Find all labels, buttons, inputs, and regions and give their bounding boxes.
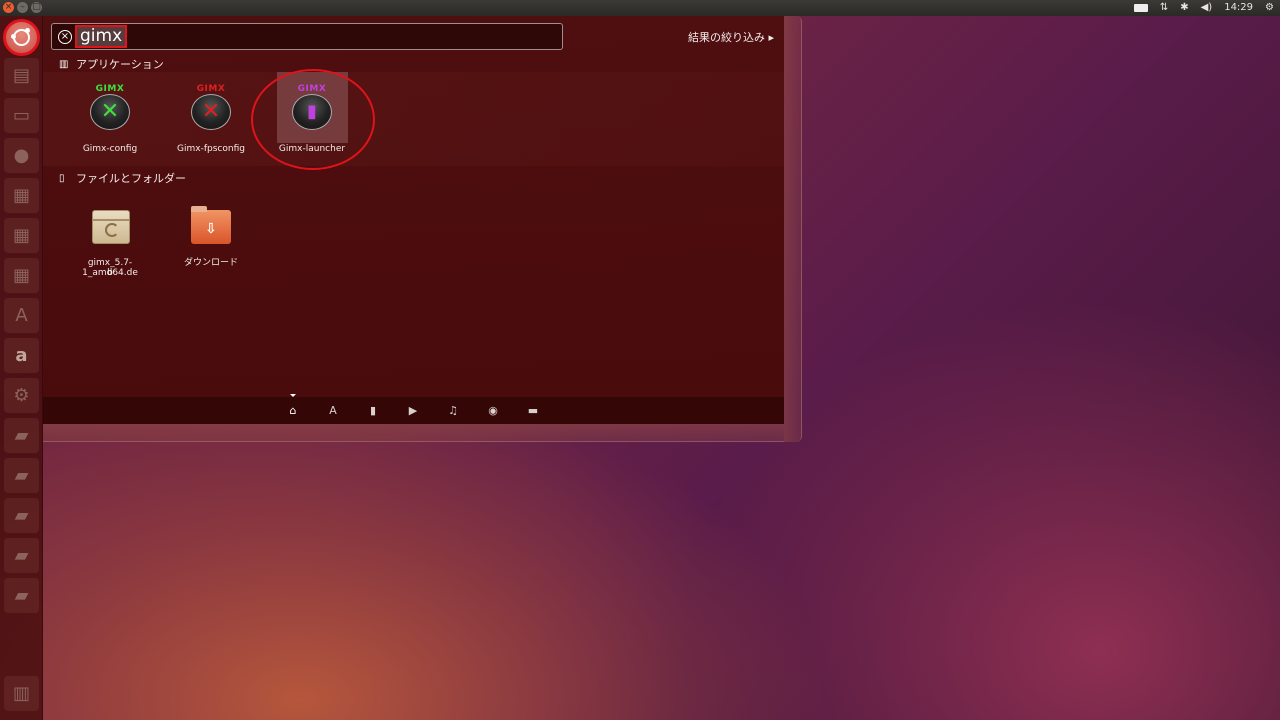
- gimx-config-brand: GIMX: [95, 84, 125, 94]
- download-folder-icon: ⇩: [189, 204, 233, 246]
- debian-package-icon: [88, 204, 132, 246]
- applications-category-icon: ▥: [59, 58, 69, 70]
- launcher-impress[interactable]: ▦: [4, 258, 39, 293]
- drive-icon: ▰: [14, 425, 29, 446]
- filter-results-link[interactable]: 結果の絞り込み ▸: [688, 29, 774, 45]
- files-category-icon: ▯: [59, 172, 65, 184]
- launcher-firefox[interactable]: ●: [4, 138, 39, 173]
- dash-home-button[interactable]: [3, 19, 40, 56]
- settings-icon: ⚙: [13, 385, 30, 406]
- dash-frame-right: [784, 16, 802, 442]
- scope-files-icon[interactable]: ▮: [366, 404, 380, 418]
- launcher-software-center[interactable]: A: [4, 298, 39, 333]
- search-input[interactable]: gimx: [75, 25, 128, 48]
- trash-icon: ▥: [12, 683, 30, 704]
- gimx-fpsconfig-icon: GIMX ✕: [189, 84, 233, 130]
- firefox-icon: ●: [13, 145, 30, 166]
- launcher-calc[interactable]: ▦: [4, 218, 39, 253]
- result-gimx-deb[interactable]: gimx_5.7-1_amd64.de b: [60, 204, 160, 294]
- close-window-button[interactable]: ×: [3, 2, 14, 13]
- drive-icon: ▰: [14, 505, 29, 526]
- scope-home-icon[interactable]: ⌂: [286, 404, 300, 418]
- launcher-trash[interactable]: ▥: [4, 676, 39, 711]
- drive-icon: ▰: [14, 465, 29, 486]
- launcher-workspace-2[interactable]: ▰: [4, 458, 39, 493]
- launcher-workspace-5[interactable]: ▰: [4, 578, 39, 613]
- launcher-workspace-3[interactable]: ▰: [4, 498, 39, 533]
- network-icon[interactable]: ⇅: [1160, 0, 1168, 16]
- launcher-files[interactable]: ▤: [4, 58, 39, 93]
- active-scope-marker: [290, 394, 296, 397]
- scope-social-icon[interactable]: ▬: [526, 404, 540, 418]
- drive-icon: ▰: [14, 585, 29, 606]
- window-controls: × – □: [3, 2, 42, 13]
- settings-gear-icon[interactable]: ⚙: [1265, 0, 1274, 16]
- launcher-amazon[interactable]: a: [4, 338, 39, 373]
- scope-bar: ⌂ A ▮ ▶ ♫ ◉ ▬: [43, 394, 784, 424]
- launcher-workspace-4[interactable]: ▰: [4, 538, 39, 573]
- files-header[interactable]: ▯ ファイルとフォルダー: [59, 170, 186, 186]
- writer-icon: ▦: [12, 185, 30, 206]
- scope-photos-icon[interactable]: ◉: [486, 404, 500, 418]
- files-header-label: ファイルとフォルダー: [76, 172, 186, 185]
- result-downloads-folder[interactable]: ⇩ ダウンロード: [161, 204, 261, 294]
- annotation-circle: [251, 69, 375, 170]
- launcher-settings[interactable]: ⚙: [4, 378, 39, 413]
- volume-icon[interactable]: ◀): [1201, 0, 1213, 16]
- launcher-browser[interactable]: ▭: [4, 98, 39, 133]
- dash-frame-bottom: [43, 424, 784, 442]
- indicator-area: ⇅ ✱ ◀) 14:29 ⚙: [1133, 0, 1274, 16]
- applications-header[interactable]: ▥ アプリケーション: [59, 56, 164, 72]
- clear-search-icon[interactable]: ×: [58, 30, 72, 44]
- scope-applications-icon[interactable]: A: [326, 404, 340, 418]
- minimize-window-button[interactable]: –: [17, 2, 28, 13]
- files-icon: ▤: [12, 65, 30, 86]
- dash: 結果の絞り込み ▸ ▥ アプリケーション GIMX ✕ Gimx-config …: [43, 16, 784, 424]
- scope-music-icon[interactable]: ♫: [446, 404, 460, 418]
- applications-header-label: アプリケーション: [76, 58, 164, 71]
- gimx-fpsconfig-brand: GIMX: [196, 84, 226, 94]
- tools-icon: ✕: [201, 99, 221, 124]
- launcher: ▤ ▭ ● ▦ ▦ ▦ A a ⚙ ▰ ▰ ▰ ▰ ▰ ▥: [0, 16, 43, 720]
- launcher-writer[interactable]: ▦: [4, 178, 39, 213]
- amazon-icon: a: [15, 345, 28, 366]
- maximize-window-button[interactable]: □: [31, 2, 42, 13]
- top-panel: × – □ ⇅ ✱ ◀) 14:29 ⚙: [0, 0, 1280, 16]
- clock[interactable]: 14:29: [1224, 0, 1253, 16]
- launcher-workspace-1[interactable]: ▰: [4, 418, 39, 453]
- ubuntu-logo-icon: [11, 28, 30, 46]
- calc-icon: ▦: [12, 225, 30, 246]
- window-icon: ▭: [12, 105, 30, 126]
- result-gimx-config[interactable]: GIMX ✕ Gimx-config: [60, 84, 160, 176]
- result-label: ダウンロード: [183, 258, 238, 268]
- software-center-icon: A: [15, 305, 28, 326]
- result-label-line2: b: [107, 268, 113, 278]
- scope-video-icon[interactable]: ▶: [406, 404, 420, 418]
- bluetooth-icon[interactable]: ✱: [1180, 0, 1188, 16]
- keyboard-icon[interactable]: [1133, 4, 1148, 12]
- result-label: Gimx-config: [82, 144, 138, 154]
- impress-icon: ▦: [12, 265, 30, 286]
- tools-icon: ✕: [100, 99, 120, 124]
- gimx-config-icon: GIMX ✕: [88, 84, 132, 130]
- result-gimx-fpsconfig[interactable]: GIMX ✕ Gimx-fpsconfig: [161, 84, 261, 176]
- result-label: Gimx-fpsconfig: [177, 144, 245, 154]
- dash-search-bar[interactable]: × gimx: [51, 23, 563, 50]
- drive-icon: ▰: [14, 545, 29, 566]
